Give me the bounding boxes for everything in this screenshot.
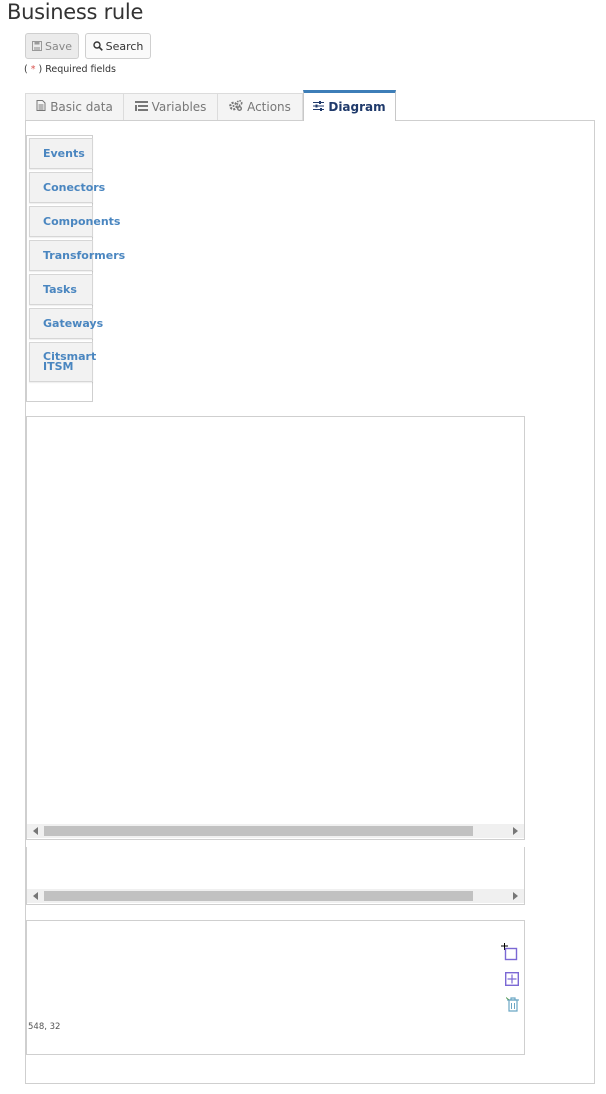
scroll-left-icon[interactable] [33, 892, 38, 900]
palette-item-components[interactable]: Components [29, 206, 120, 237]
save-icon [32, 41, 42, 51]
file-text-icon [36, 100, 46, 114]
canvas-horizontal-scrollbar[interactable] [27, 824, 524, 838]
palette-item-label: Gateways [43, 316, 104, 330]
palette-item-gateways[interactable]: Gateways [29, 308, 103, 339]
tab-diagram-label: Diagram [328, 100, 386, 114]
diagram-outline-panel: 548, 32 [26, 920, 525, 1055]
palette-item-tasks[interactable]: Tasks [29, 274, 93, 305]
tab-actions-label: Actions [247, 100, 291, 114]
diagram-canvas[interactable] [26, 416, 525, 840]
palette-item-conectors[interactable]: Conectors [29, 172, 105, 203]
scroll-left-icon[interactable] [33, 827, 38, 835]
palette-item-citsmart-itsm[interactable]: Citsmart ITSM [29, 342, 96, 382]
required-close: ) Required fields [35, 64, 116, 75]
save-button-label: Save [45, 39, 73, 53]
secondary-horizontal-scrollbar[interactable] [27, 889, 524, 903]
shape-palette: Events Conectors Components Transformers… [26, 135, 125, 402]
zoom-fit-icon[interactable] [504, 971, 520, 990]
scroll-right-icon[interactable] [513, 827, 518, 835]
scrollbar-thumb[interactable] [44, 826, 473, 836]
palette-item-label: Components [43, 214, 121, 228]
page: Business rule Save Search ( * ) Required… [0, 0, 606, 1094]
tab-variables-label: Variables [151, 100, 207, 114]
search-icon [92, 41, 103, 51]
tab-actions[interactable]: Actions [217, 93, 303, 120]
palette-item-label: Conectors [43, 180, 106, 194]
scroll-right-icon[interactable] [513, 892, 518, 900]
search-button[interactable]: Search [85, 33, 151, 59]
palette-item-label-line2: ITSM [43, 360, 74, 373]
required-fields-note: ( * ) Required fields [24, 64, 116, 75]
palette-item-events[interactable]: Events [29, 138, 93, 169]
scrollbar-thumb[interactable] [44, 891, 473, 901]
secondary-canvas[interactable] [26, 847, 525, 905]
cursor-coordinates: 548, 32 [28, 1022, 61, 1032]
list-icon [134, 100, 148, 114]
page-title: Business rule [7, 0, 144, 24]
tab-basic-data-label: Basic data [50, 100, 113, 114]
select-icon[interactable] [501, 943, 518, 965]
search-button-label: Search [105, 39, 144, 53]
sliders-icon [313, 100, 325, 114]
palette-item-label: Tasks [43, 282, 77, 296]
palette-item-label: Events [43, 146, 85, 160]
required-open: ( [24, 64, 31, 75]
delete-icon[interactable] [505, 997, 520, 1016]
palette-item-label: Transformers [43, 248, 126, 262]
tab-basic-data[interactable]: Basic data [25, 93, 124, 120]
tab-diagram[interactable]: Diagram [303, 90, 396, 121]
cogs-icon [229, 99, 243, 114]
palette-item-transformers[interactable]: Transformers [29, 240, 125, 271]
tab-variables[interactable]: Variables [123, 93, 218, 120]
save-button[interactable]: Save [25, 33, 79, 59]
